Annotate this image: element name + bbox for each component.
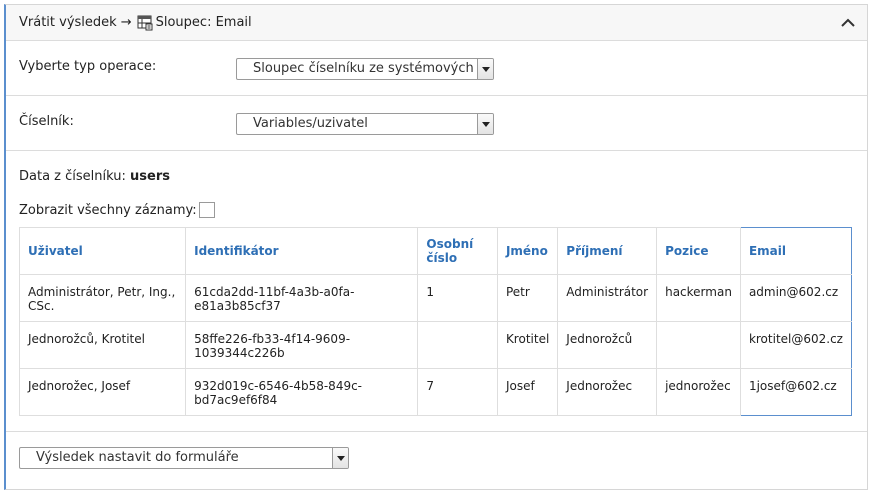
table-cell: 932d019c-6546-4b58-849c-bd7ac9ef6f84: [185, 368, 419, 416]
table-row[interactable]: Administrátor, Petr, Ing., CSc. 61cda2dd…: [18, 274, 853, 322]
dropdown-arrow-icon[interactable]: [477, 59, 493, 79]
table-cell: jednorožec: [656, 368, 741, 416]
column-header-email[interactable]: Email: [739, 227, 853, 275]
panel-header: Vrátit výsledek → Sloupec: Email: [6, 5, 867, 41]
table-cell: 1: [417, 274, 498, 322]
table-cell-email[interactable]: admin@602.cz: [739, 274, 853, 322]
result-panel: Vrátit výsledek → Sloupec: Email Vyberte…: [4, 4, 868, 490]
table-cell: 58ffe226-fb33-4f14-9609-1039344c226b: [185, 321, 419, 369]
table-cell: hackerman: [656, 274, 741, 322]
codelist-name: users: [130, 169, 170, 184]
table-cell: Jednorožců, Krotitel: [18, 321, 187, 369]
data-table: Uživatel Identifikátor Osobní číslo Jmén…: [18, 227, 853, 416]
column-header[interactable]: Osobní číslo: [417, 227, 498, 275]
operation-select-value: Sloupec číselníku ze systémových dat: [253, 61, 494, 76]
column-header[interactable]: Příjmení: [557, 227, 658, 275]
table-cell: 61cda2dd-11bf-4a3b-a0fa-e81a3b85cf37: [185, 274, 419, 322]
table-cell: Krotitel: [496, 321, 559, 369]
table-column-icon: [137, 15, 153, 31]
dropdown-arrow-icon[interactable]: [477, 114, 493, 134]
result-target-value: Výsledek nastavit do formuláře: [36, 450, 239, 465]
table-cell-email[interactable]: krotitel@602.cz: [739, 321, 853, 369]
table-row[interactable]: Jednorožec, Josef 932d019c-6546-4b58-849…: [18, 368, 853, 416]
table-cell: Jednorožců: [557, 321, 658, 369]
table-cell-email[interactable]: 1josef@602.cz: [739, 368, 853, 416]
column-header[interactable]: Identifikátor: [185, 227, 419, 275]
arrow-separator: →: [120, 15, 132, 30]
result-target-select[interactable]: Výsledek nastavit do formuláře: [19, 447, 349, 469]
table-cell: [417, 321, 498, 369]
data-title: Data z číselníku: users: [19, 169, 170, 184]
panel-title: Sloupec: Email: [155, 15, 252, 30]
codelist-select[interactable]: Variables/uzivatel: [236, 113, 494, 135]
column-header[interactable]: Jméno: [496, 227, 559, 275]
codelist-label: Číselník:: [19, 114, 74, 129]
codelist-row: Číselník: Variables/uzivatel: [6, 96, 867, 151]
table-cell: Administrátor: [557, 274, 658, 322]
footer-row: Výsledek nastavit do formuláře: [6, 432, 867, 487]
operation-row: Vyberte typ operace: Sloupec číselníku z…: [6, 41, 867, 96]
data-section: Data z číselníku: users Zobrazit všechny…: [6, 151, 867, 432]
chevron-up-icon[interactable]: [839, 14, 857, 32]
show-all-toggle: Zobrazit všechny záznamy:: [19, 202, 215, 218]
table-header-row: Uživatel Identifikátor Osobní číslo Jmén…: [18, 227, 853, 275]
show-all-checkbox[interactable]: [198, 202, 215, 218]
table-cell: Josef: [496, 368, 559, 416]
table-cell: 7: [417, 368, 498, 416]
table-row[interactable]: Jednorožců, Krotitel 58ffe226-fb33-4f14-…: [18, 321, 853, 369]
data-title-prefix: Data z číselníku:: [19, 169, 126, 184]
column-header[interactable]: Pozice: [656, 227, 741, 275]
column-header[interactable]: Uživatel: [18, 227, 187, 275]
table-cell: [656, 321, 741, 369]
codelist-select-value: Variables/uzivatel: [253, 116, 368, 131]
operation-select[interactable]: Sloupec číselníku ze systémových dat: [236, 58, 494, 80]
table-cell: Jednorožec: [557, 368, 658, 416]
table-cell: Jednorožec, Josef: [18, 368, 187, 416]
dropdown-arrow-icon[interactable]: [332, 448, 348, 468]
show-all-label: Zobrazit všechny záznamy:: [19, 202, 197, 218]
operation-label: Vyberte typ operace:: [19, 59, 157, 74]
table-cell: Petr: [496, 274, 559, 322]
table-cell: Administrátor, Petr, Ing., CSc.: [18, 274, 187, 322]
back-link[interactable]: Vrátit výsledek: [19, 15, 117, 30]
